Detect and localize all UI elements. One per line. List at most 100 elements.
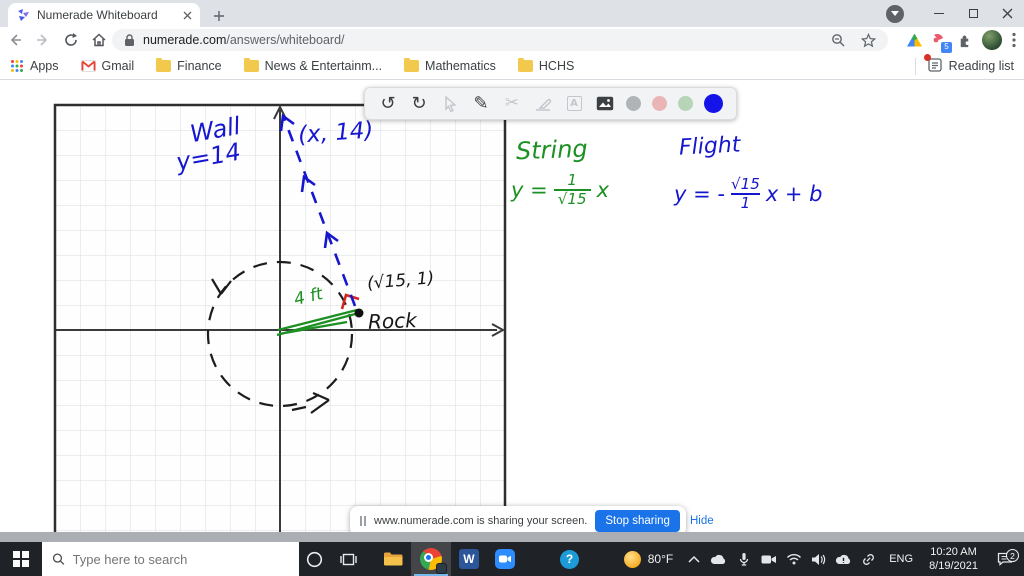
hide-link[interactable]: Hide [690,515,714,527]
nav-bar: numerade.com/answers/whiteboard/ 5 [0,27,1024,53]
unread-dot [923,53,931,61]
notification-badge: 2 [1006,549,1019,562]
reading-list-button[interactable]: Reading list [914,53,1014,75]
bookmark-apps[interactable]: Apps [10,59,59,73]
lock-icon [125,33,134,46]
new-tab-button[interactable] [208,5,230,27]
whiteboard-canvas[interactable] [0,80,1024,532]
gmail-icon [80,60,96,72]
bookmark-news[interactable]: News & Entertainm... [243,57,383,73]
browser-tab[interactable]: Numerade Whiteboard [8,3,200,27]
maximize-button[interactable] [956,0,990,27]
pen-icon[interactable]: ✎ [471,93,491,115]
bookmark-label: HCHS [538,59,575,73]
microphone-icon[interactable] [731,542,756,576]
eraser-icon[interactable] [533,93,553,115]
link-icon[interactable] [856,542,881,576]
undo-icon[interactable]: ↺ [378,93,398,115]
extension-badge: 5 [941,41,952,53]
string-eq-denominator: √15 [553,188,591,208]
bookmark-gmail[interactable]: Gmail [80,59,135,73]
drag-handle-icon[interactable] [360,516,366,526]
bookmark-star-icon[interactable] [861,32,876,48]
numerade-favicon-icon [18,9,29,21]
task-view-icon[interactable] [330,542,366,576]
share-message: www.numerade.com is sharing your screen. [374,515,588,527]
cursor-icon[interactable] [440,93,460,115]
tab-close-icon[interactable] [183,11,192,20]
word-taskbar-icon[interactable]: W [451,542,487,576]
tray-chevron-up-icon[interactable] [681,542,706,576]
folder-icon [517,57,533,72]
taskbar-search[interactable] [41,542,300,576]
forward-button[interactable] [30,27,56,53]
screen: Numerade Whiteboard numerade.com/answers… [0,0,1024,576]
windows-logo-icon [13,551,29,567]
camera-icon[interactable] [756,542,781,576]
bookmark-finance[interactable]: Finance [156,57,222,73]
onedrive-alert-icon[interactable] [831,542,856,576]
color-green-button[interactable] [678,96,693,111]
start-button[interactable] [0,542,42,576]
zoom-page-icon[interactable] [831,33,845,47]
flight-eq-lhs: y = - [674,181,725,206]
time: 10:20 AM [930,545,977,558]
flight-eq-numerator: √15 [730,175,760,193]
bookmarks-bar: Apps Gmail Finance News & Entertainm... … [0,53,1024,80]
close-button[interactable] [990,0,1024,27]
image-tool-icon[interactable] [595,93,615,115]
file-explorer-icon[interactable] [375,542,411,576]
wifi-icon[interactable] [781,542,806,576]
extensions-puzzle-icon[interactable] [957,33,972,48]
bookmark-label: Apps [30,59,59,73]
bookmark-hchs[interactable]: HCHS [517,57,575,73]
taskbar-clock[interactable]: 10:20 AM 8/19/2021 [921,545,986,574]
color-gray-button[interactable] [626,96,641,111]
color-red-button[interactable] [652,96,667,111]
bookmark-label: Mathematics [425,59,496,73]
folder-icon [404,57,420,72]
chrome-menu-icon[interactable] [1012,32,1016,48]
window-bottom-strip [0,532,1024,542]
flight-eq-rhs: x + b [765,181,823,206]
google-drive-icon[interactable] [907,33,922,47]
refresh-button[interactable] [58,27,84,53]
tab-title: Numerade Whiteboard [37,8,158,22]
minimize-button[interactable] [922,0,956,27]
weather-widget[interactable]: 80°F [616,542,681,576]
help-taskbar-icon[interactable]: ? [551,542,587,576]
language-indicator[interactable]: ENG [881,553,921,565]
taskbar: W ? 80°F [0,542,1024,576]
string-eq-numerator: 1 [567,171,577,189]
back-button[interactable] [2,27,28,53]
screencast-extension-icon[interactable]: 5 [932,31,952,53]
search-input[interactable] [72,551,290,567]
profile-avatar[interactable] [982,30,1002,50]
volume-icon[interactable] [806,542,831,576]
apps-grid-icon [11,60,23,72]
text-tool-icon[interactable]: A [564,93,584,115]
address-bar[interactable]: numerade.com/answers/whiteboard/ [112,29,888,51]
bookmark-label: News & Entertainm... [264,59,383,73]
zoom-taskbar-icon[interactable] [487,542,523,576]
stop-sharing-button[interactable]: Stop sharing [595,510,680,532]
redo-icon[interactable]: ↻ [409,93,429,115]
bookmark-label: Gmail [101,59,135,73]
plus-icon [214,11,224,21]
onedrive-icon[interactable] [706,542,731,576]
color-blue-button[interactable] [704,94,723,113]
ink-string-label: String [515,134,589,166]
system-tray: ENG 10:20 AM 8/19/2021 2 [681,542,1024,576]
cortana-icon[interactable] [299,542,330,576]
bookmark-mathematics[interactable]: Mathematics [404,57,496,73]
reading-list-icon [923,53,942,75]
home-button[interactable] [86,27,112,53]
bookmark-label: Finance [177,59,222,73]
ink-flight-equation: y = - √15 1 x + b [674,176,823,211]
sharing-indicator-icon [435,563,447,574]
scissors-icon[interactable]: ✂ [502,93,522,115]
chrome-taskbar-icon[interactable] [410,542,451,576]
string-eq-lhs: y = [511,177,548,202]
chrome-update-icon[interactable] [886,4,904,23]
action-center-button[interactable]: 2 [986,549,1024,566]
